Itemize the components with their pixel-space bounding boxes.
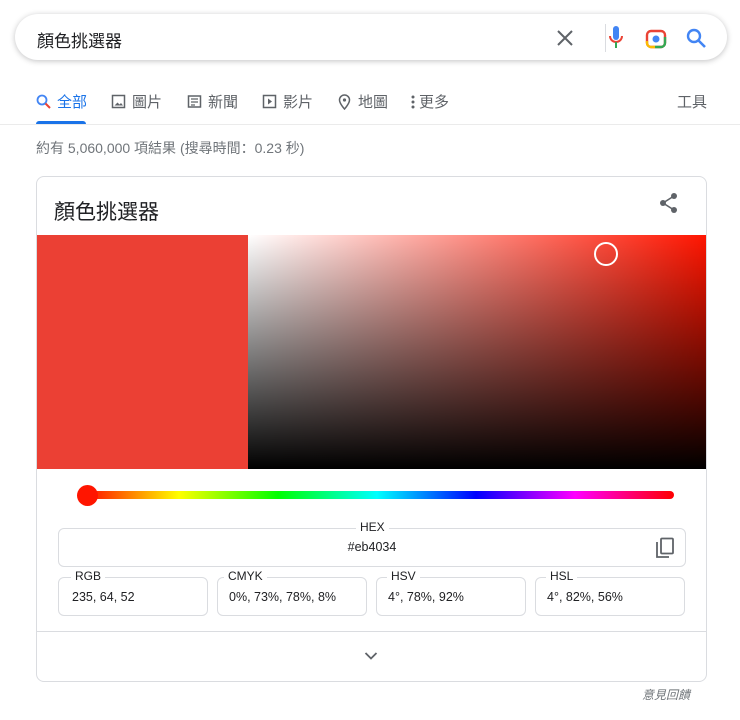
tab-all[interactable]: 全部 bbox=[36, 91, 87, 112]
saturation-value-area[interactable] bbox=[248, 235, 706, 469]
map-pin-icon bbox=[338, 93, 351, 110]
hue-slider-thumb[interactable] bbox=[76, 485, 98, 506]
tab-images[interactable]: 圖片 bbox=[111, 91, 162, 112]
tools-button[interactable]: 工具 bbox=[677, 91, 707, 112]
share-icon[interactable] bbox=[658, 192, 680, 214]
chevron-down-icon[interactable] bbox=[364, 651, 378, 661]
hex-field[interactable]: HEX #eb4034 bbox=[58, 520, 686, 567]
cmyk-field[interactable]: CMYK 0%, 73%, 78%, 8% bbox=[217, 569, 367, 616]
copy-icon[interactable] bbox=[655, 537, 675, 559]
tab-news[interactable]: 新聞 bbox=[187, 91, 238, 112]
search-box[interactable]: 顏色挑選器 bbox=[15, 14, 727, 60]
divider bbox=[0, 124, 740, 125]
tab-videos[interactable]: 影片 bbox=[262, 91, 313, 112]
camera-lens-icon[interactable] bbox=[645, 27, 667, 49]
tab-maps[interactable]: 地圖 bbox=[337, 91, 388, 112]
image-icon bbox=[111, 94, 126, 109]
color-swatch bbox=[37, 235, 248, 469]
hex-value[interactable]: #eb4034 bbox=[59, 540, 685, 554]
search-icon bbox=[36, 94, 51, 109]
color-picker-card: 顏色挑選器 HEX #eb4034 RGB 235, 64, 52 CMYK 0%,… bbox=[36, 176, 707, 682]
divider bbox=[37, 631, 706, 632]
tab-more[interactable]: 更多 bbox=[410, 91, 449, 112]
hsv-field[interactable]: HSV 4°, 78%, 92% bbox=[376, 569, 526, 616]
saturation-value-handle[interactable] bbox=[594, 241, 619, 266]
video-icon bbox=[262, 94, 277, 109]
rgb-field[interactable]: RGB 235, 64, 52 bbox=[58, 569, 208, 616]
search-input[interactable]: 顏色挑選器 bbox=[37, 27, 122, 52]
more-vert-icon bbox=[411, 95, 415, 109]
divider bbox=[605, 24, 606, 52]
feedback-link[interactable]: 意見回饋 bbox=[642, 686, 690, 703]
hue-slider[interactable] bbox=[80, 491, 674, 499]
hsl-field[interactable]: HSL 4°, 82%, 56% bbox=[535, 569, 685, 616]
clear-icon[interactable] bbox=[556, 29, 574, 47]
news-icon bbox=[187, 95, 202, 108]
microphone-icon[interactable] bbox=[607, 25, 625, 51]
result-stats: 約有 5,060,000 項結果 (搜尋時間：0.23 秒) bbox=[36, 140, 305, 156]
card-title: 顏色挑選器 bbox=[54, 201, 159, 224]
search-icon[interactable] bbox=[685, 27, 707, 49]
